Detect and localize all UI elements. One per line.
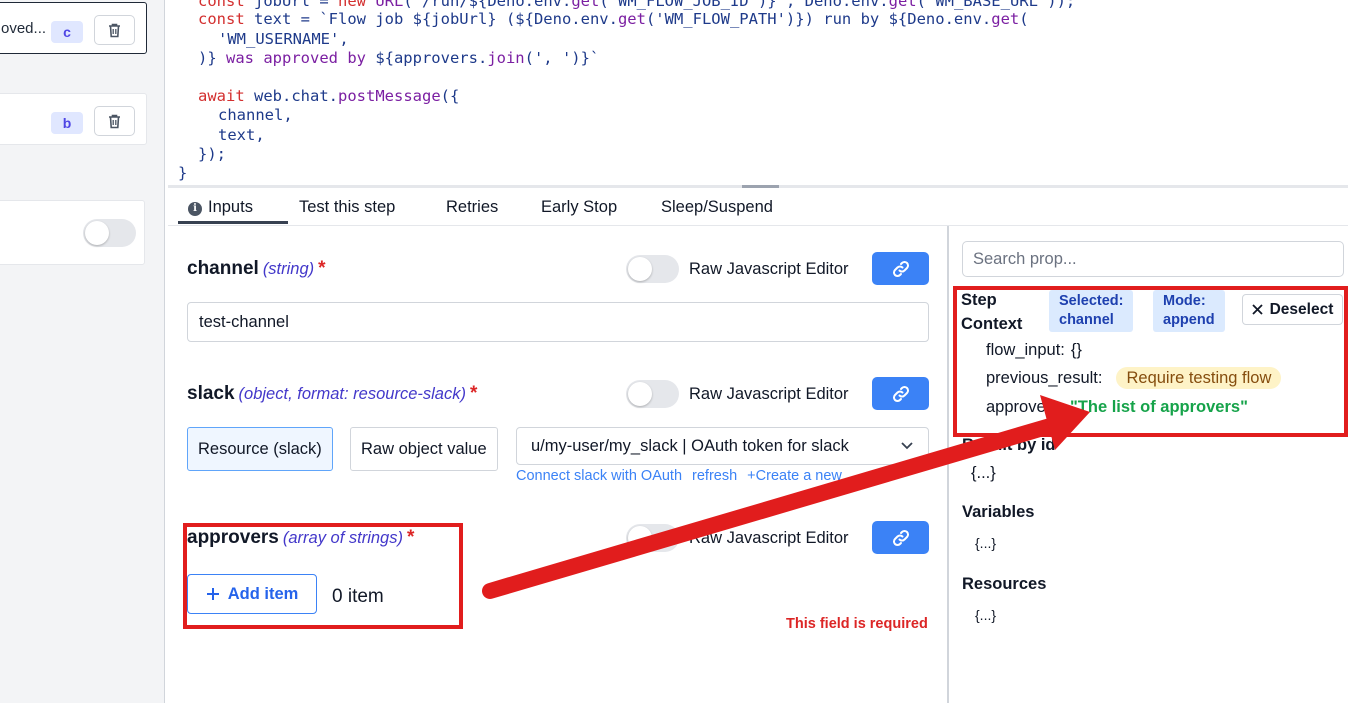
code-line-4: )} was approved by ${approvers.join(', '… [198, 49, 600, 67]
connect-oauth-link[interactable]: Connect slack with OAuth [516, 468, 682, 484]
code-line-2: const text = `Flow job ${jobUrl} (${Deno… [198, 10, 1029, 28]
result-by-id-value[interactable]: {...} [971, 464, 996, 483]
step-summary: oved... [1, 20, 47, 37]
delete-step-button[interactable] [94, 106, 135, 136]
slack-field-label: slack (object, format: resource-slack) * [187, 383, 478, 404]
delete-step-button[interactable] [94, 15, 135, 45]
tab-early-stop[interactable]: Early Stop [541, 198, 617, 217]
close-icon [1251, 304, 1263, 315]
refresh-link[interactable]: refresh [692, 468, 737, 484]
code-line-9: }); [198, 145, 226, 163]
context-previous-result[interactable]: previous_result: Require testing flow [986, 367, 1282, 389]
mode-chip: Mode: append [1153, 290, 1225, 332]
sidebar-option-card [0, 200, 145, 265]
flow-step-c[interactable]: oved... c [0, 2, 147, 54]
resources-value[interactable]: {...} [975, 607, 996, 623]
required-error: This field is required [786, 616, 928, 632]
tab-test-this-step[interactable]: Test this step [299, 198, 395, 217]
item-count: 0 item [332, 586, 384, 607]
require-testing-badge: Require testing flow [1116, 367, 1282, 389]
context-approvers[interactable]: approvers: "The list of approvers" [986, 398, 1248, 417]
resource-links: Connect slack with OAuth refresh +Create a… [516, 468, 852, 484]
resources-title: Resources [962, 575, 1047, 593]
plus-icon [206, 588, 219, 600]
flow-step-b[interactable]: b [0, 93, 147, 145]
step-inputs-form: channel (string) * Raw Javascript Editor t… [168, 226, 949, 703]
code-line-10: } [178, 164, 188, 182]
step-tabs: i Inputs Test this step Retries Early Sto… [168, 188, 1348, 226]
trash-icon [109, 114, 120, 128]
link-icon [892, 385, 909, 402]
toggle-switch[interactable] [626, 255, 679, 283]
channel-input[interactable]: test-channel [187, 302, 929, 342]
code-editor[interactable]: const jobUrl = new URL(`/run/${Deno.env.… [168, 0, 1348, 186]
sidebar-toggle[interactable] [83, 219, 136, 247]
selected-chip: Selected: channel [1049, 290, 1134, 332]
active-tab-indicator [178, 221, 288, 224]
result-by-id-title: Result by id [962, 436, 1056, 454]
approvers-connect-button[interactable] [872, 521, 929, 554]
step-id-badge: c [51, 21, 83, 43]
flow-steps-sidebar: oved... c b [0, 0, 165, 703]
tab-sleep-suspend[interactable]: Sleep/Suspend [661, 198, 773, 217]
raw-object-value-button[interactable]: Raw object value [350, 427, 498, 471]
slack-raw-editor-toggle[interactable]: Raw Javascript Editor [626, 380, 849, 408]
trash-icon [109, 23, 120, 37]
step-context-title: Step Context [961, 291, 1023, 333]
resource-select[interactable]: u/my-user/my_slack | OAuth token for sla… [516, 427, 929, 465]
tab-inputs[interactable]: i Inputs [188, 198, 253, 217]
code-line-7: channel, [218, 106, 293, 124]
approvers-field-label: approvers (array of strings) * [187, 527, 415, 548]
slack-connect-button[interactable] [872, 377, 929, 410]
info-icon: i [188, 202, 202, 216]
code-line-3: 'WM_USERNAME', [218, 30, 349, 48]
toggle-switch[interactable] [626, 524, 679, 552]
props-picker-panel: Search prop... Step Context Selected: cha… [951, 226, 1348, 703]
resource-slack-button[interactable]: Resource (slack) [187, 427, 333, 471]
tab-retries[interactable]: Retries [446, 198, 498, 217]
channel-raw-editor-toggle[interactable]: Raw Javascript Editor [626, 255, 849, 283]
search-prop-input[interactable]: Search prop... [962, 241, 1344, 277]
variables-title: Variables [962, 503, 1035, 521]
add-item-button[interactable]: Add item [187, 574, 317, 614]
context-flow-input[interactable]: flow_input:{} [986, 341, 1082, 360]
step-id-badge: b [51, 112, 83, 134]
approvers-raw-editor-toggle[interactable]: Raw Javascript Editor [626, 524, 849, 552]
deselect-button[interactable]: Deselect [1242, 294, 1343, 325]
channel-field-label: channel (string) * [187, 258, 326, 279]
link-icon [892, 529, 909, 546]
toggle-switch[interactable] [626, 380, 679, 408]
chevron-down-icon [901, 442, 913, 450]
code-line-6: await web.chat.postMessage({ [198, 87, 460, 105]
link-icon [892, 260, 909, 277]
channel-connect-button[interactable] [872, 252, 929, 285]
code-line-8: text, [218, 126, 265, 144]
variables-value[interactable]: {...} [975, 535, 996, 551]
create-new-link[interactable]: +Create a new [747, 468, 842, 484]
